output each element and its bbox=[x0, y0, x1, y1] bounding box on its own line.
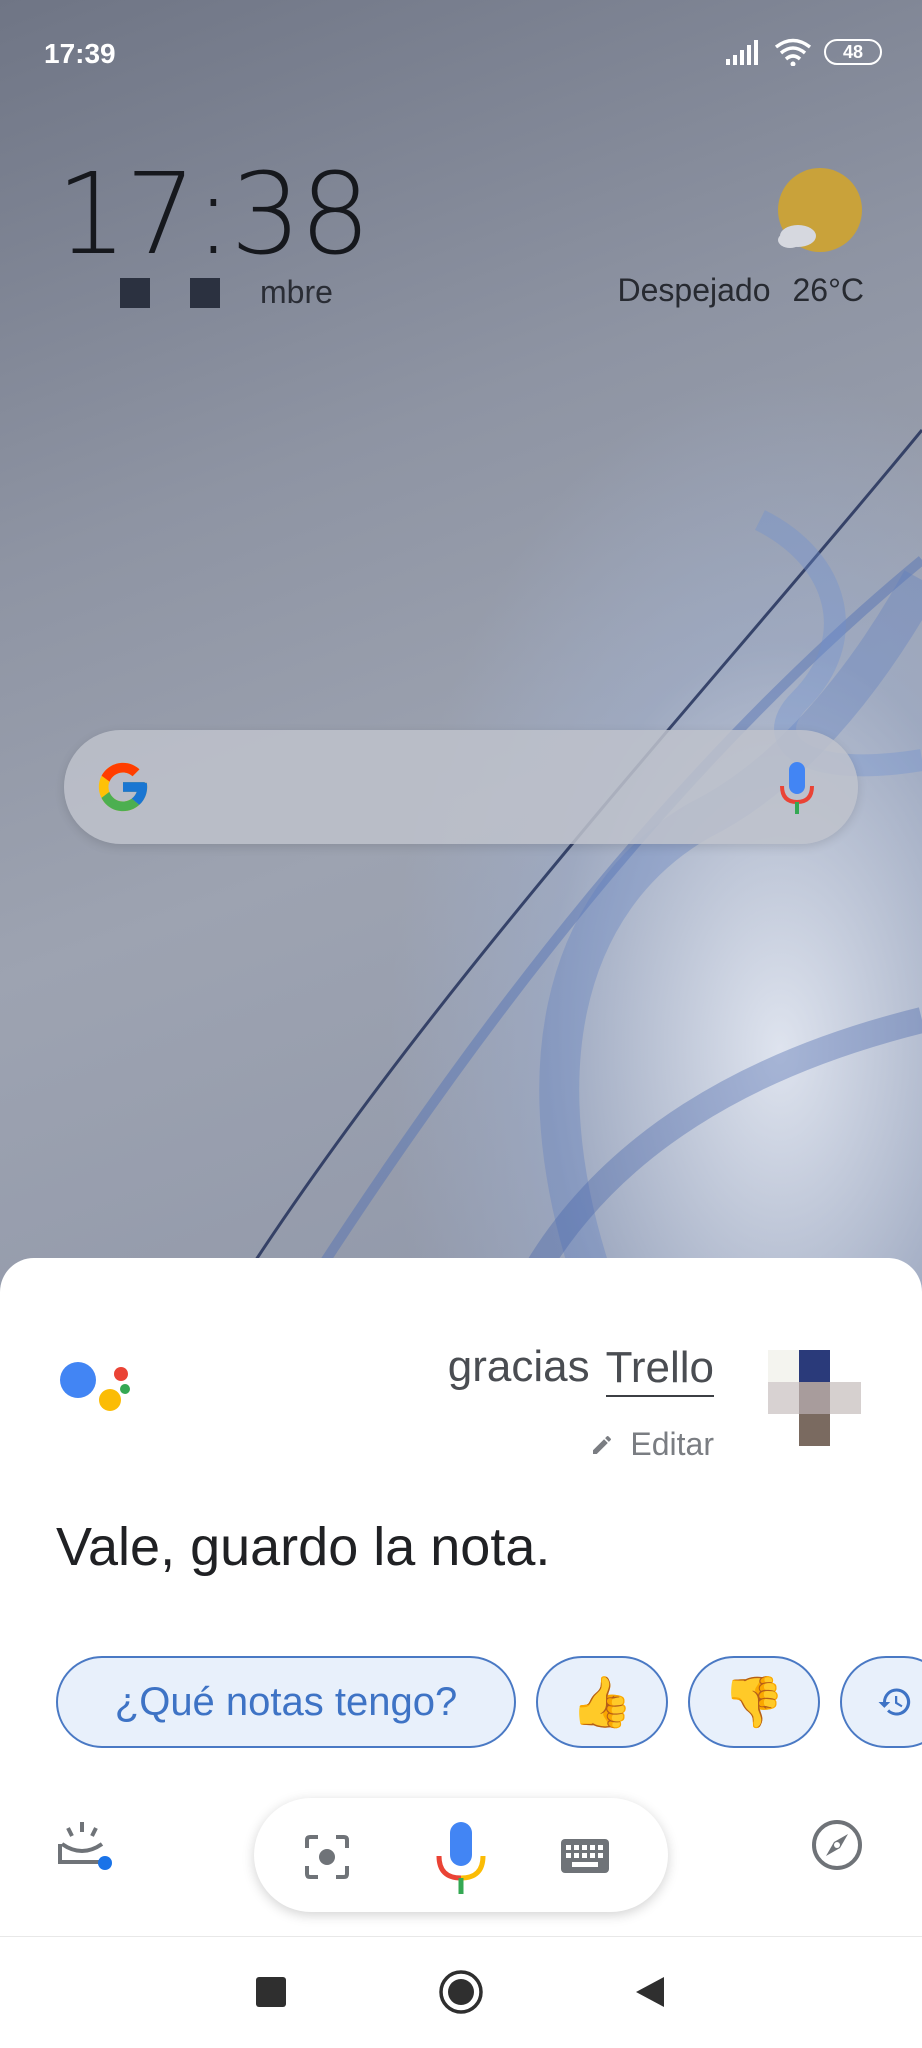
query-app-name: Trello bbox=[605, 1342, 714, 1397]
user-query: gracias Trello bbox=[448, 1342, 714, 1397]
input-pill bbox=[254, 1798, 668, 1912]
google-lens-icon[interactable] bbox=[304, 1834, 350, 1880]
weather-temp: 26°C bbox=[792, 272, 865, 308]
google-search-bar[interactable] bbox=[64, 730, 858, 844]
query-text: gracias bbox=[447, 1342, 590, 1391]
assistant-bottom-bar bbox=[0, 1788, 922, 1912]
history-icon bbox=[878, 1688, 911, 1716]
thumbs-up-chip[interactable]: 👍 bbox=[536, 1656, 668, 1748]
microphone-icon[interactable] bbox=[434, 1820, 488, 1896]
google-g-icon bbox=[98, 762, 148, 812]
keyboard-icon[interactable] bbox=[560, 1838, 610, 1874]
google-assistant-icon bbox=[60, 1362, 130, 1411]
status-bar: 17:39 48 bbox=[0, 0, 922, 110]
clock-widget-time[interactable]: 17:38 bbox=[56, 150, 371, 280]
signal-icon bbox=[726, 40, 758, 65]
redacted-block bbox=[190, 277, 220, 308]
redacted-block bbox=[120, 277, 150, 308]
voice-search-icon[interactable] bbox=[778, 760, 816, 816]
battery-icon: 48 bbox=[824, 39, 882, 65]
history-chip[interactable] bbox=[840, 1656, 922, 1748]
weather-condition: Despejado bbox=[617, 272, 771, 308]
weather-widget[interactable]: Despejado 26°C bbox=[618, 272, 865, 309]
recents-button[interactable] bbox=[256, 1977, 286, 2007]
thumbs-down-chip[interactable]: 👎 bbox=[688, 1656, 820, 1748]
sun-icon[interactable] bbox=[772, 168, 864, 260]
clock-widget-date: mbre bbox=[120, 274, 333, 311]
pencil-icon bbox=[593, 1435, 612, 1454]
wifi-icon bbox=[774, 38, 812, 66]
snapshot-icon[interactable] bbox=[56, 1818, 114, 1874]
status-time: 17:39 bbox=[44, 38, 116, 69]
back-button[interactable] bbox=[634, 1975, 666, 2009]
home-button[interactable] bbox=[438, 1969, 484, 2015]
date-suffix: mbre bbox=[260, 274, 333, 310]
suggestion-chips: ¿Qué notas tengo? 👍 👎 bbox=[56, 1656, 922, 1748]
status-icons: 48 bbox=[726, 38, 882, 66]
assistant-response: Vale, guardo la nota. bbox=[56, 1517, 551, 1577]
avatar[interactable] bbox=[768, 1350, 862, 1446]
system-nav-bar bbox=[0, 1936, 922, 2048]
explore-compass-icon[interactable] bbox=[810, 1818, 864, 1872]
edit-query-button[interactable]: Editar bbox=[590, 1426, 714, 1463]
suggestion-chip[interactable]: ¿Qué notas tengo? bbox=[56, 1656, 516, 1748]
assistant-sheet: gracias Trello Editar Vale, guardo la no… bbox=[0, 1258, 922, 1938]
edit-label: Editar bbox=[630, 1426, 714, 1462]
